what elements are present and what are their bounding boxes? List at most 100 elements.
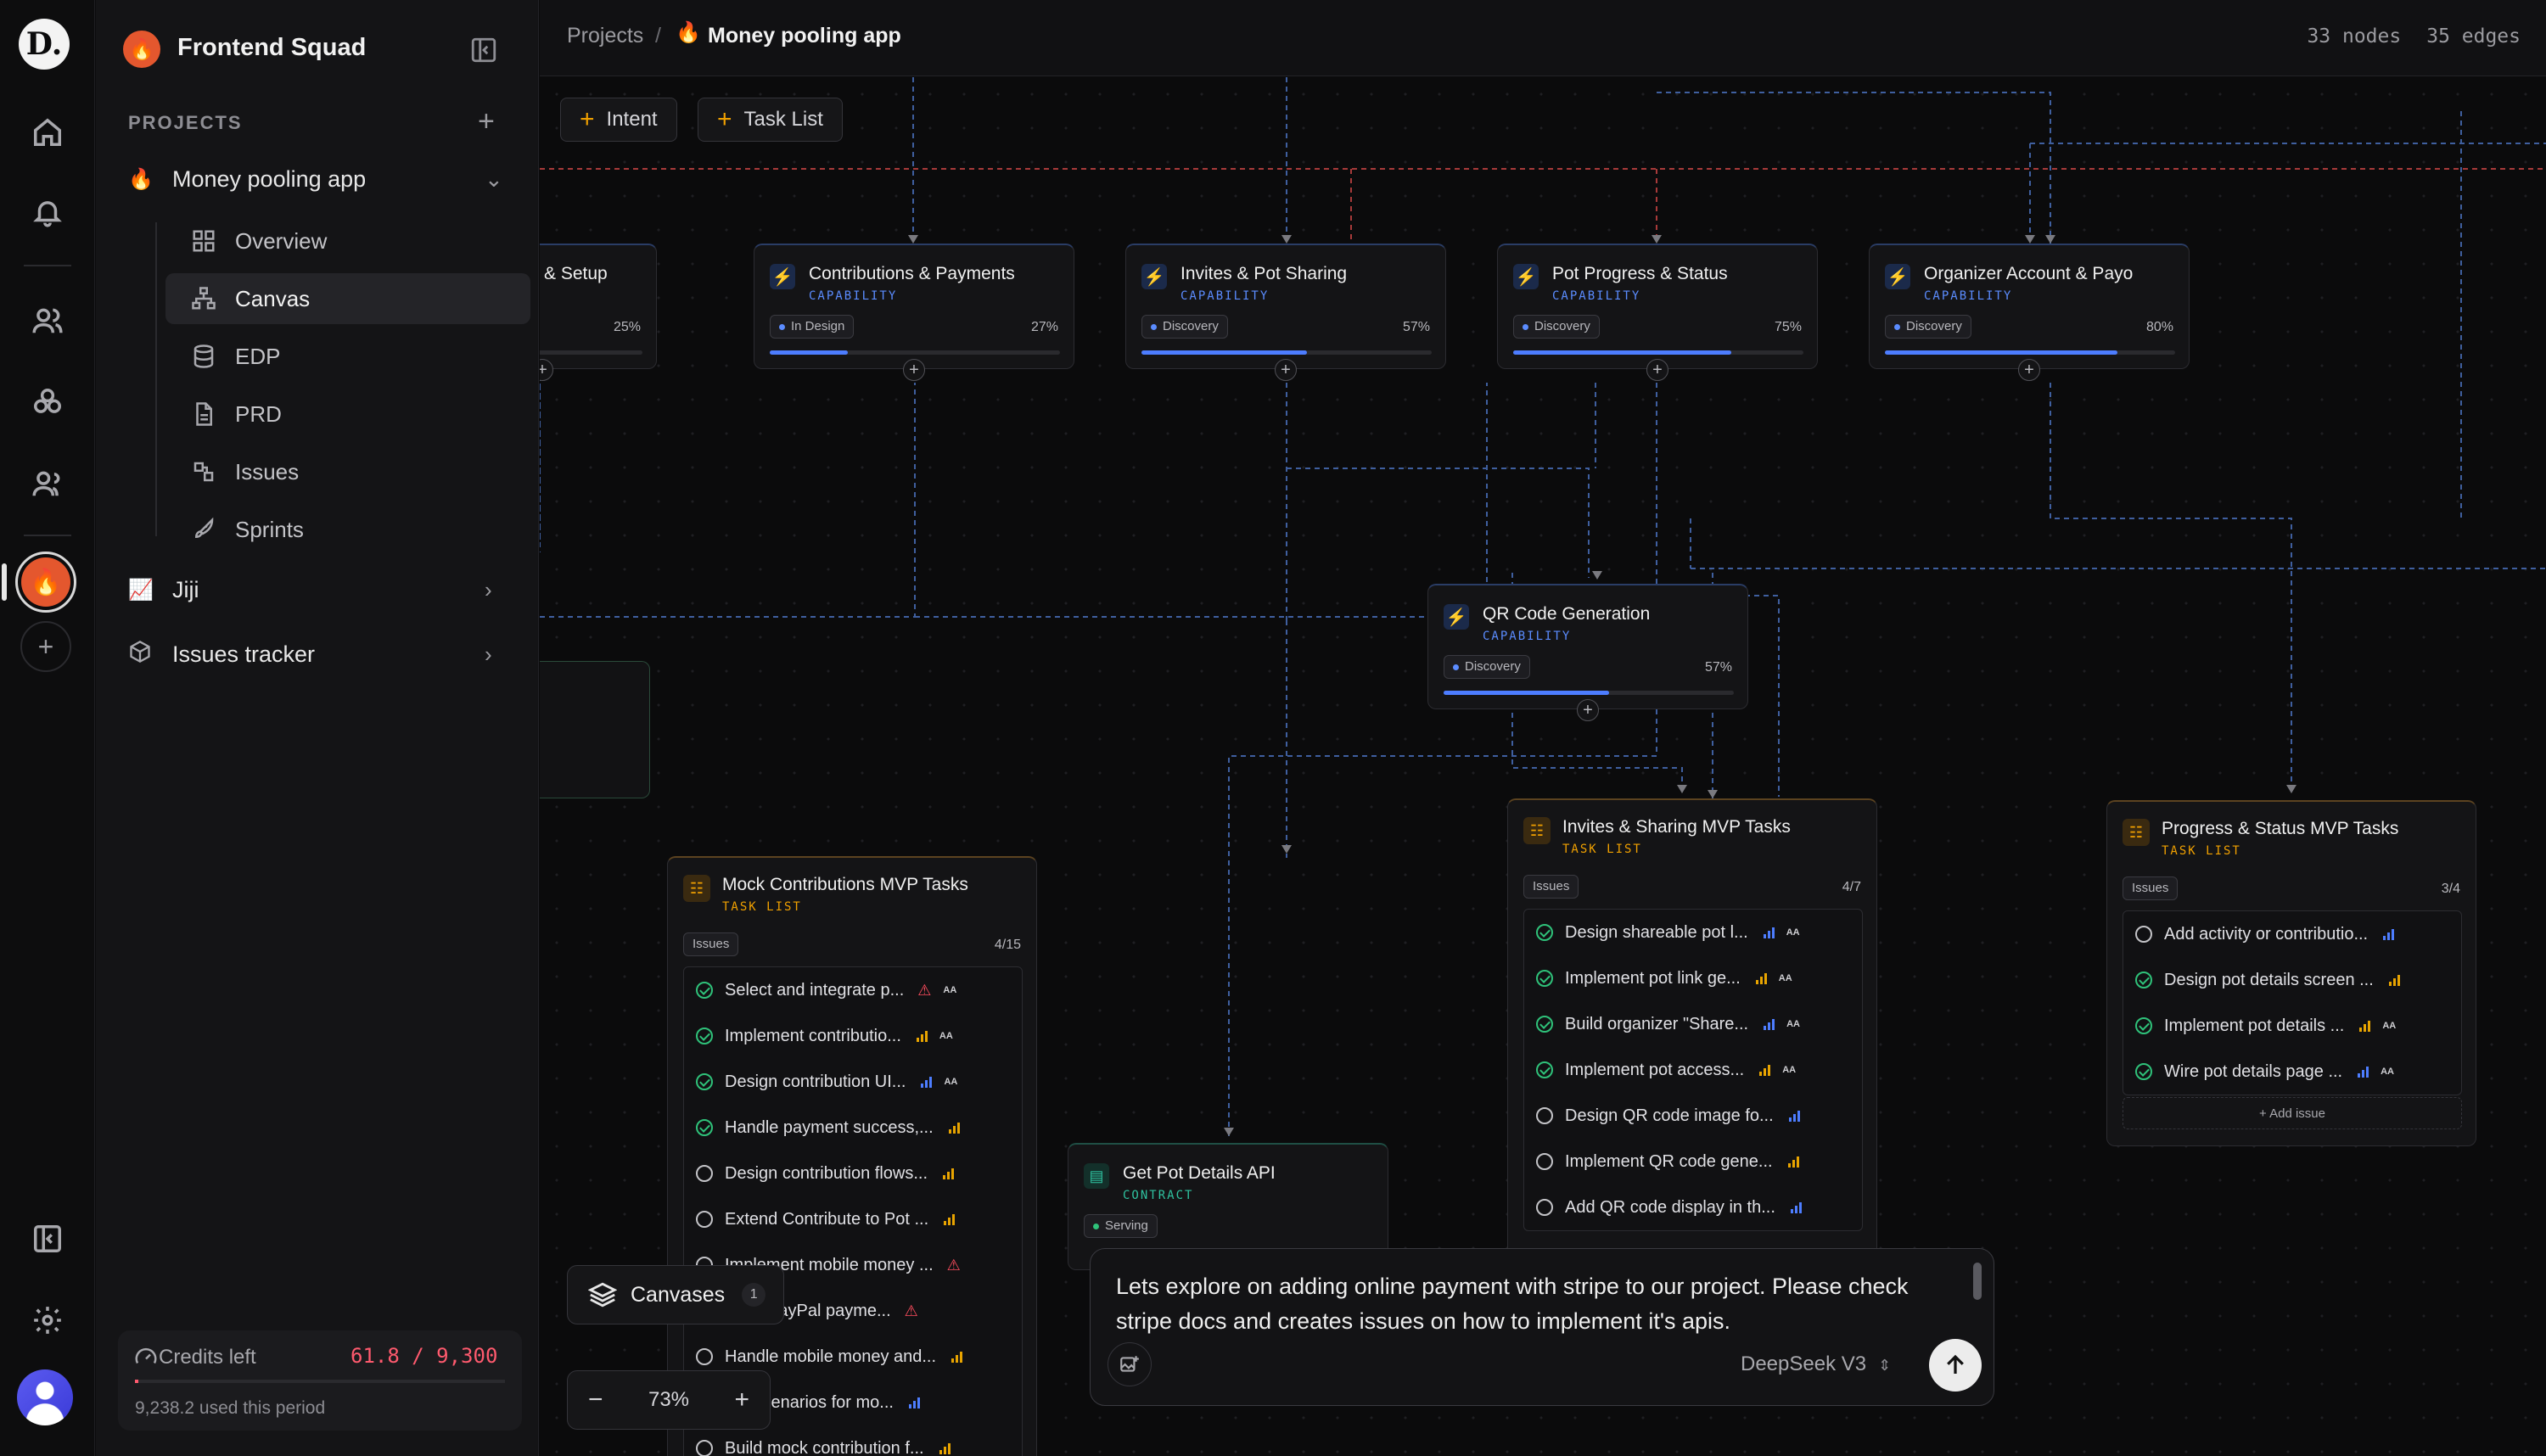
task-item[interactable]: Design pot details screen ... — [2123, 957, 2461, 1003]
task-item[interactable]: Select and integrate p... ⚠ AA — [684, 967, 1022, 1013]
project-label: Jiji — [172, 576, 199, 602]
add-intent-button[interactable]: + Intent — [560, 98, 677, 142]
node-title: Get Pot Details API — [1123, 1163, 1276, 1183]
task-label: Design contribution UI... — [725, 1072, 906, 1091]
empty-circle-icon[interactable] — [696, 1440, 713, 1456]
check-circle-icon[interactable] — [1536, 924, 1553, 941]
breadcrumb-separator: / — [655, 24, 661, 48]
task-item[interactable]: Implement pot link ge... AA — [1524, 955, 1862, 1001]
add-task-list-button[interactable]: + Task List — [698, 98, 843, 142]
settings-icon[interactable] — [20, 1293, 75, 1347]
check-circle-icon[interactable] — [1536, 970, 1553, 987]
offscreen-node[interactable] — [540, 661, 650, 798]
model-name: DeepSeek V3 — [1741, 1352, 1867, 1375]
add-workspace-button[interactable]: + — [20, 621, 71, 672]
attach-image-button[interactable] — [1108, 1342, 1152, 1386]
collapse-sidebar-icon[interactable] — [469, 36, 498, 64]
check-circle-icon[interactable] — [2135, 1017, 2152, 1034]
empty-circle-icon[interactable] — [696, 1165, 713, 1182]
check-circle-icon[interactable] — [696, 1073, 713, 1090]
project-item-jiji[interactable]: 📈 Jiji › — [128, 568, 492, 611]
model-selector[interactable]: DeepSeek V3 ⇕ — [1741, 1352, 1891, 1376]
node-add-port[interactable]: + — [1577, 699, 1599, 721]
nav-item-issues[interactable]: Issues — [165, 446, 530, 497]
priority-icon — [916, 1030, 928, 1042]
capability-node-qr-code[interactable]: ⚡ QR Code Generation CAPABILITY Discover… — [1427, 584, 1748, 709]
task-item[interactable]: Implement pot access... AA — [1524, 1047, 1862, 1093]
priority-icon — [2359, 1020, 2371, 1032]
capability-node-contributions[interactable]: ⚡ Contributions & Payments CAPABILITY In… — [754, 244, 1074, 369]
task-item[interactable]: Add QR code display in th... — [1524, 1184, 1862, 1230]
nav-item-canvas[interactable]: Canvas — [165, 273, 530, 324]
check-circle-icon[interactable] — [696, 982, 713, 999]
add-issue-button[interactable]: + Add issue — [2123, 1097, 2462, 1129]
home-icon[interactable] — [20, 105, 75, 160]
users-icon[interactable] — [20, 294, 75, 348]
check-circle-icon[interactable] — [1536, 1016, 1553, 1033]
nav-item-prd[interactable]: PRD — [165, 389, 530, 440]
node-add-port[interactable]: + — [1275, 359, 1297, 381]
team-name[interactable]: Frontend Squad — [177, 34, 366, 62]
check-circle-icon[interactable] — [1536, 1061, 1553, 1078]
team-icon[interactable] — [20, 456, 75, 511]
task-item[interactable]: Implement contributio... AA — [684, 1013, 1022, 1059]
check-circle-icon[interactable] — [696, 1119, 713, 1136]
network-icon[interactable] — [20, 375, 75, 429]
task-item[interactable]: Implement QR code gene... — [1524, 1139, 1862, 1184]
check-circle-icon[interactable] — [2135, 1063, 2152, 1080]
chevron-right-icon[interactable]: › — [485, 641, 492, 668]
project-item-issues-tracker[interactable]: Issues tracker › — [128, 633, 492, 675]
bell-icon[interactable] — [20, 185, 75, 239]
task-list-node-contributions[interactable]: ☷ Mock Contributions MVP Tasks TASK LIST… — [667, 856, 1037, 1456]
breadcrumb-projects[interactable]: Projects — [567, 24, 643, 48]
task-item[interactable]: Implement pot details ... AA — [2123, 1003, 2461, 1049]
task-item[interactable]: Extend Contribute to Pot ... — [684, 1196, 1022, 1242]
task-item[interactable]: Design contribution flows... — [684, 1151, 1022, 1196]
node-add-port[interactable]: + — [1646, 359, 1668, 381]
priority-icon — [2358, 1066, 2369, 1078]
nav-item-sprints[interactable]: Sprints — [165, 504, 530, 555]
task-item[interactable]: Add activity or contributio... — [2123, 911, 2461, 957]
task-item[interactable]: Design shareable pot l... AA — [1524, 910, 1862, 955]
capability-node-setup[interactable]: & Setup 25% — [540, 244, 657, 369]
nav-item-edp[interactable]: EDP — [165, 331, 530, 382]
send-button[interactable] — [1929, 1339, 1982, 1392]
zoom-out-button[interactable]: − — [588, 1386, 603, 1414]
empty-circle-icon[interactable] — [2135, 926, 2152, 943]
chevron-right-icon[interactable]: › — [485, 577, 492, 603]
check-circle-icon[interactable] — [2135, 972, 2152, 988]
empty-circle-icon[interactable] — [1536, 1153, 1553, 1170]
capability-node-invites[interactable]: ⚡ Invites & Pot Sharing CAPABILITY Disco… — [1125, 244, 1446, 369]
sidebar-toggle-icon[interactable] — [20, 1212, 75, 1266]
nav-item-overview[interactable]: Overview — [165, 216, 530, 266]
task-list-node-progress[interactable]: ☷ Progress & Status MVP Tasks TASK LIST … — [2106, 800, 2476, 1146]
chat-scrollbar[interactable] — [1973, 1263, 1982, 1300]
add-project-button[interactable]: + — [478, 105, 495, 138]
canvas[interactable]: + Intent + Task List & Setup 25% + ⚡ Contr… — [540, 77, 2546, 1456]
task-item[interactable]: Wire pot details page ... AA — [2123, 1049, 2461, 1095]
check-circle-icon[interactable] — [696, 1028, 713, 1044]
breadcrumb-current[interactable]: Money pooling app — [708, 24, 901, 48]
empty-circle-icon[interactable] — [696, 1348, 713, 1365]
task-item[interactable]: Handle payment success,... — [684, 1105, 1022, 1151]
task-item[interactable]: Design QR code image fo... — [1524, 1093, 1862, 1139]
project-switcher-fire[interactable]: 🔥 — [15, 552, 76, 613]
zoom-in-button[interactable]: + — [734, 1386, 749, 1414]
project-item-money-pooling[interactable]: 🔥 Money pooling app ⌄ — [128, 158, 503, 200]
node-add-port[interactable]: + — [2018, 359, 2040, 381]
empty-circle-icon[interactable] — [696, 1211, 713, 1228]
task-item[interactable]: Build mock contribution f... — [684, 1425, 1022, 1456]
task-item[interactable]: Design contribution UI... AA — [684, 1059, 1022, 1105]
empty-circle-icon[interactable] — [1536, 1107, 1553, 1124]
capability-node-organizer[interactable]: ⚡ Organizer Account & Payo CAPABILITY Di… — [1869, 244, 2190, 369]
chat-input[interactable]: Lets explore on adding online payment wi… — [1116, 1269, 1965, 1339]
capability-node-pot-progress[interactable]: ⚡ Pot Progress & Status CAPABILITY Disco… — [1497, 244, 1818, 369]
task-item[interactable]: Build organizer "Share... AA — [1524, 1001, 1862, 1047]
empty-circle-icon[interactable] — [1536, 1199, 1553, 1216]
chevron-down-icon[interactable]: ⌄ — [485, 166, 503, 193]
canvases-button[interactable]: Canvases 1 — [567, 1265, 784, 1324]
user-avatar[interactable] — [17, 1369, 73, 1425]
node-add-port[interactable]: + — [903, 359, 925, 381]
task-list-node-invites[interactable]: ☷ Invites & Sharing MVP Tasks TASK LIST … — [1507, 798, 1877, 1316]
app-logo[interactable]: D. — [19, 19, 70, 70]
